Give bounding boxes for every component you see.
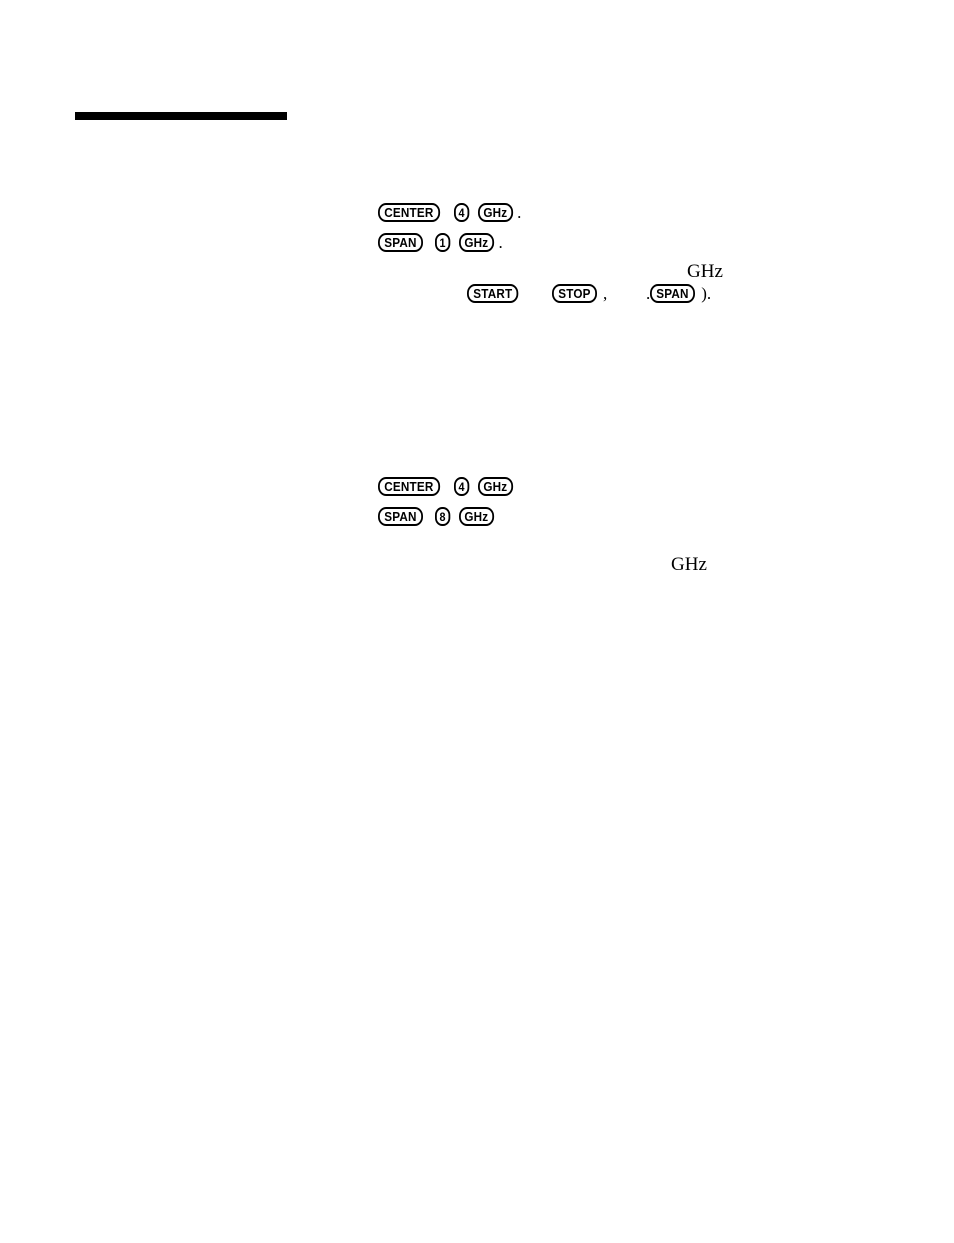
hardkey-ghz[interactable]: GHz [458,507,494,526]
hardkey-stop[interactable]: STOP [552,284,597,303]
hardkey-4[interactable]: 4 [453,203,469,222]
ghz-annotation-upper: GHz [687,261,723,282]
hardkey-ghz[interactable]: GHz [477,477,513,496]
hardkey-8[interactable]: 8 [434,507,451,526]
key-sequence-span-8-ghz: SPAN 8 GHz [378,507,497,526]
key-sequence-center-4-ghz-2: CENTER 4 GHz [378,477,516,496]
key-sequence-start-key: START [467,284,524,303]
manual-page: CENTER 4 GHz. SPAN 1 GHz. START STOP, . SPAN). CEN… [0,0,954,1243]
trailing-punctuation: . [498,233,503,252]
hardkey-span[interactable]: SPAN [378,507,423,526]
hardkey-span[interactable]: SPAN [378,233,423,252]
key-sequence-span-key-paren: . SPAN). [646,284,711,303]
ghz-annotation-lower: GHz [671,554,707,575]
trailing-punctuation: , [602,284,608,303]
hardkey-4[interactable]: 4 [453,477,469,496]
hardkey-1[interactable]: 1 [434,233,451,252]
key-sequence-stop-key: STOP, [552,284,607,303]
hardkey-ghz[interactable]: GHz [458,233,494,252]
hardkey-span[interactable]: SPAN [650,284,696,303]
key-sequence-center-4-ghz-1: CENTER 4 GHz. [378,203,521,222]
trailing-punctuation: . [517,203,522,222]
hardkey-center[interactable]: CENTER [378,203,440,222]
hardkey-center[interactable]: CENTER [378,477,440,496]
trailing-punctuation: ). [701,284,712,303]
key-sequence-span-1-ghz: SPAN 1 GHz. [378,233,503,252]
hardkey-start[interactable]: START [467,284,519,303]
section-heading-rule [75,112,287,120]
hardkey-ghz[interactable]: GHz [477,203,513,222]
